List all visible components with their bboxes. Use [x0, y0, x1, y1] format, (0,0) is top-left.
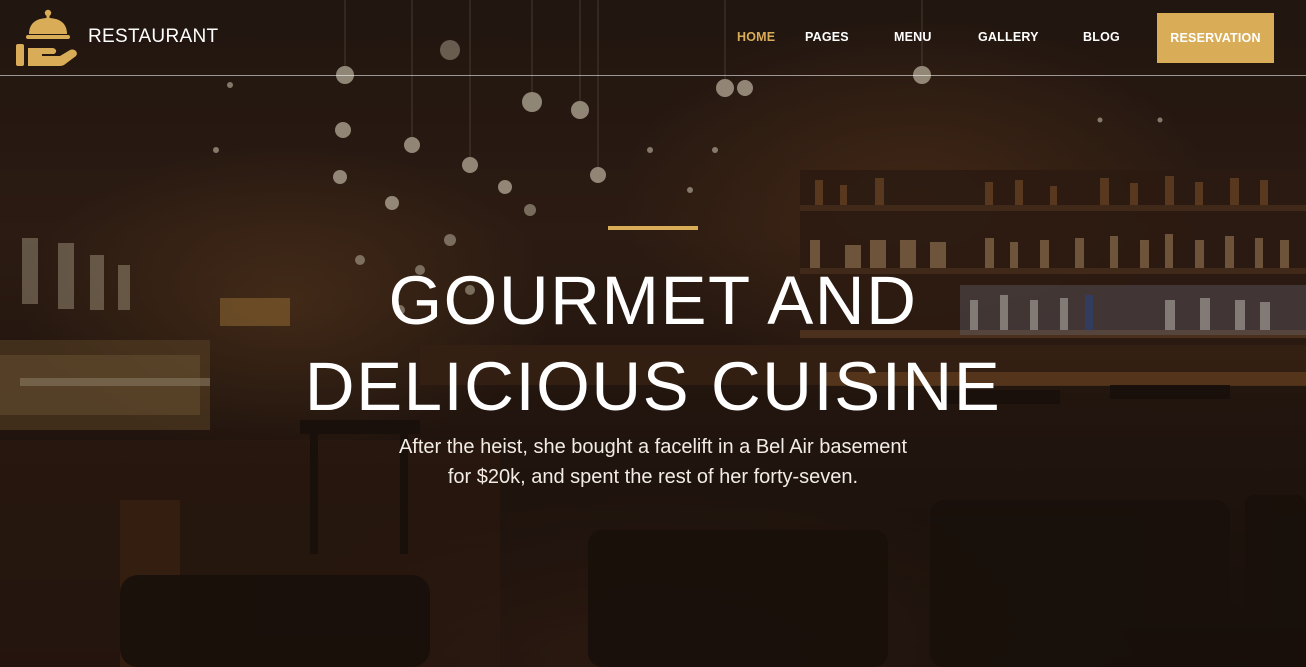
nav-item-gallery[interactable]: GALLERY	[978, 30, 1039, 44]
site-header: RESTAURANT HOME PAGES MENU GALLERY BLOG …	[0, 0, 1306, 76]
hero-title: GOURMET AND DELICIOUS CUISINE	[203, 258, 1103, 430]
hero-title-line-1: GOURMET AND	[388, 262, 918, 339]
nav-item-menu[interactable]: MENU	[894, 30, 932, 44]
title-accent-line	[608, 226, 698, 230]
nav-item-blog[interactable]: BLOG	[1083, 30, 1120, 44]
hero-subtitle-line-1: After the heist, she bought a facelift i…	[398, 436, 908, 458]
hero-title-line-2: DELICIOUS CUISINE	[304, 348, 1002, 425]
hero-section: RESTAURANT HOME PAGES MENU GALLERY BLOG …	[0, 0, 1306, 667]
nav-item-pages[interactable]: PAGES	[805, 30, 849, 44]
main-nav: HOME PAGES MENU GALLERY BLOG RESERVATION	[0, 0, 1306, 76]
hero-subtitle: After the heist, she bought a facelift i…	[353, 432, 953, 492]
hero-subtitle-line-2: for $20k, and spent the rest of her fort…	[447, 466, 859, 488]
nav-item-home[interactable]: HOME	[737, 30, 775, 44]
reservation-button[interactable]: RESERVATION	[1157, 13, 1274, 63]
